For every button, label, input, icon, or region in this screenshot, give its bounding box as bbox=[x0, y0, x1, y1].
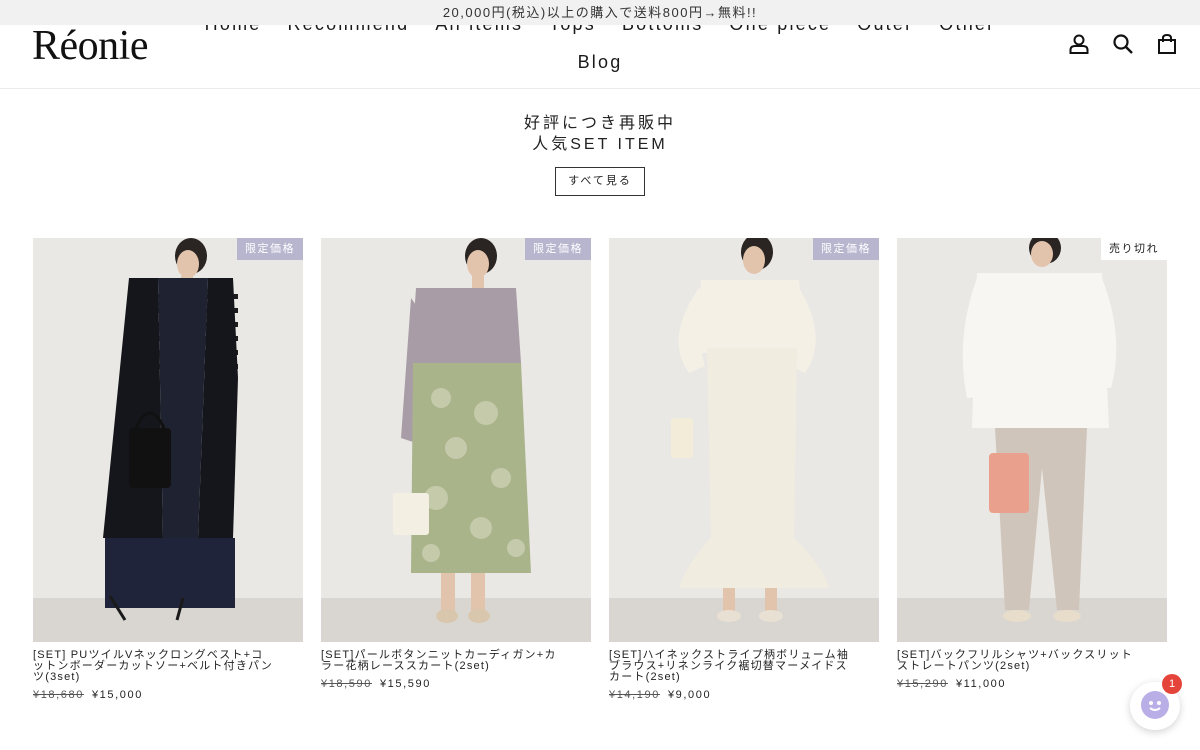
chat-bot-icon bbox=[1141, 691, 1169, 719]
product-image[interactable]: 限定価格 bbox=[33, 238, 303, 642]
product-name[interactable]: [SET]バックフリルシャツ+バックスリット ストレートパンツ(2set) bbox=[897, 650, 1167, 672]
original-price: ¥18,680 bbox=[33, 689, 84, 701]
product-grid: 限定価格 [SET] PUツイルVネックロングベスト+コ ットンボーダーカットソ… bbox=[33, 238, 1167, 708]
cart-icon[interactable] bbox=[1156, 33, 1178, 55]
chat-unread-badge: 1 bbox=[1162, 674, 1182, 694]
sale-badge: 限定価格 bbox=[525, 238, 591, 260]
section-title: 人気SET ITEM bbox=[532, 136, 668, 153]
product-name[interactable]: [SET]パールボタンニットカーディガン+カ ラー花柄レーススカート(2set) bbox=[321, 650, 591, 672]
section-subtitle: 好評につき再販中 bbox=[523, 115, 676, 132]
search-icon[interactable] bbox=[1112, 33, 1134, 55]
product-price: ¥14,190 ¥9,000 bbox=[609, 689, 879, 701]
brand-logo[interactable]: Réonie bbox=[32, 22, 148, 70]
view-all-button[interactable]: すべて見る bbox=[555, 167, 645, 196]
sold-out-badge: 売り切れ bbox=[1101, 238, 1167, 260]
product-card[interactable]: 限定価格 [SET]パールボタンニットカーディガン+カ ラー花柄レーススカート(… bbox=[321, 238, 591, 690]
announcement-bar: 20,000円(税込)以上の購入で送料800円→無料!! bbox=[0, 0, 1200, 25]
product-price: ¥18,590 ¥15,590 bbox=[321, 678, 591, 690]
product-image[interactable]: 限定価格 bbox=[609, 238, 879, 642]
product-price: ¥15,290 ¥11,000 bbox=[897, 678, 1167, 690]
header-actions bbox=[1068, 33, 1178, 55]
product-card[interactable]: 限定価格 [SET] PUツイルVネックロングベスト+コ ットンボーダーカットソ… bbox=[33, 238, 303, 701]
sale-badge: 限定価格 bbox=[237, 238, 303, 260]
product-name[interactable]: [SET] PUツイルVネックロングベスト+コ ットンボーダーカットソー+ベルト… bbox=[33, 650, 303, 683]
original-price: ¥15,290 bbox=[897, 678, 948, 690]
sale-price: ¥15,590 bbox=[379, 678, 431, 690]
product-image[interactable]: 限定価格 bbox=[321, 238, 591, 642]
product-image[interactable]: 売り切れ bbox=[897, 238, 1167, 642]
product-name[interactable]: [SET]ハイネックストライプ柄ボリューム袖 ブラウス+リネンライク裾切替マーメ… bbox=[609, 650, 879, 683]
product-card[interactable]: 限定価格 [SET]ハイネックストライプ柄ボリューム袖 ブラウス+リネンライク裾… bbox=[609, 238, 879, 701]
product-price: ¥18,680 ¥15,000 bbox=[33, 689, 303, 701]
account-icon[interactable] bbox=[1068, 33, 1090, 55]
section-heading: 好評につき再販中 人気SET ITEM bbox=[0, 113, 1200, 155]
original-price: ¥14,190 bbox=[609, 689, 660, 701]
sale-price: ¥11,000 bbox=[955, 678, 1007, 690]
nav-blog[interactable]: Blog bbox=[578, 52, 623, 72]
sale-price: ¥9,000 bbox=[667, 689, 712, 701]
product-card[interactable]: 売り切れ [SET]バックフリルシャツ+バックスリット ストレートパンツ(2se… bbox=[897, 238, 1167, 690]
sale-price: ¥15,000 bbox=[91, 689, 143, 701]
sale-badge: 限定価格 bbox=[813, 238, 879, 260]
original-price: ¥18,590 bbox=[321, 678, 372, 690]
